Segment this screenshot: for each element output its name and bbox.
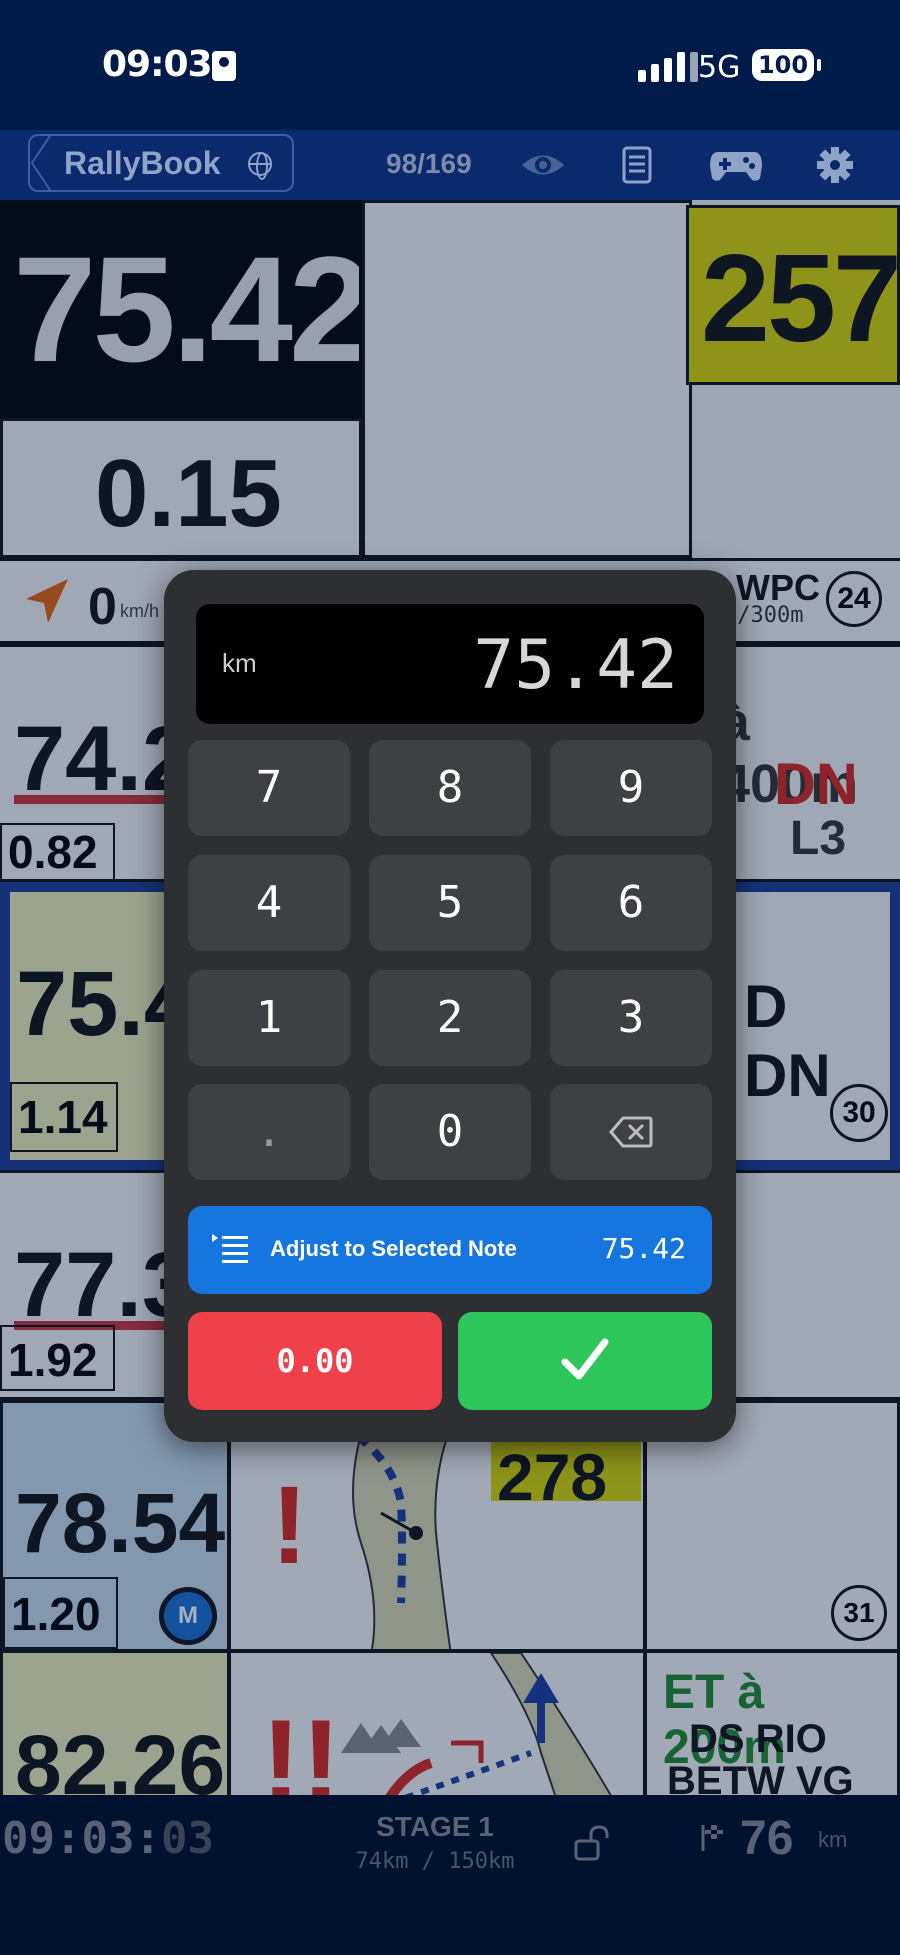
checkmark-icon [561, 1338, 609, 1379]
remaining-km: 76 [740, 1812, 794, 1865]
adjust-label: Adjust to Selected Note [270, 1236, 517, 1261]
key-5[interactable]: 5 [369, 855, 531, 951]
key-1[interactable]: 1 [188, 970, 350, 1066]
stage-distance: 74km / 150km [355, 1849, 515, 1874]
note-counter: 98/169 [386, 148, 472, 179]
display-value: 75.42 [473, 626, 678, 705]
adjust-to-selected-note-button[interactable]: Adjust to Selected Note 75.42 [188, 1206, 712, 1294]
globe-icon [248, 152, 272, 180]
remaining-km-unit: km [818, 1827, 848, 1852]
status-time: 09:03 [102, 44, 213, 85]
back-chevron-icon [30, 135, 51, 191]
key-6[interactable]: 6 [550, 855, 712, 951]
list-icon [212, 1234, 248, 1263]
bottom-bar: 09:03:03 STAGE 1 74km / 150km 76 km [0, 1795, 900, 1955]
battery-indicator: 100 [752, 49, 821, 81]
clock-seconds: 03 [160, 1813, 214, 1864]
confirm-button[interactable] [458, 1312, 712, 1410]
clock: 09:03:03 [2, 1813, 214, 1864]
adjust-value: 75.42 [601, 1232, 686, 1265]
key-2[interactable]: 2 [369, 970, 531, 1066]
stage-name: STAGE 1 [376, 1811, 494, 1842]
key-4[interactable]: 4 [188, 855, 350, 951]
distance-keypad-dialog: km 75.42 7 8 9 4 5 6 1 2 3 . 0 Adjust to… [164, 570, 736, 1442]
eye-icon[interactable] [520, 146, 566, 184]
key-0[interactable]: 0 [369, 1084, 531, 1180]
key-3[interactable]: 3 [550, 970, 712, 1066]
id-card-icon [212, 51, 236, 81]
unlock-icon[interactable] [574, 1825, 610, 1861]
key-9[interactable]: 9 [550, 740, 712, 836]
key-7[interactable]: 7 [188, 740, 350, 836]
roadbook-icon[interactable] [614, 146, 660, 184]
checkered-flag-icon [701, 1825, 723, 1851]
gear-icon[interactable] [812, 146, 858, 184]
display-unit: km [222, 648, 257, 678]
brand-label: RallyBook [64, 145, 221, 181]
gamepad-icon[interactable] [708, 146, 764, 184]
app-toolbar: RallyBook 98/169 [0, 130, 900, 200]
keypad-display: km 75.42 [196, 604, 704, 724]
signal-icon [638, 50, 700, 82]
status-bar: 09:03 5G 100 [0, 0, 900, 130]
key-decimal[interactable]: . [188, 1084, 350, 1180]
network-type: 5G [698, 50, 741, 85]
reset-zero-button[interactable]: 0.00 [188, 1312, 442, 1410]
backspace-icon [609, 1116, 653, 1148]
key-8[interactable]: 8 [369, 740, 531, 836]
backspace-button[interactable] [550, 1084, 712, 1180]
clock-hm: 09:03: [2, 1813, 161, 1864]
rallybook-button[interactable]: RallyBook [28, 134, 294, 192]
